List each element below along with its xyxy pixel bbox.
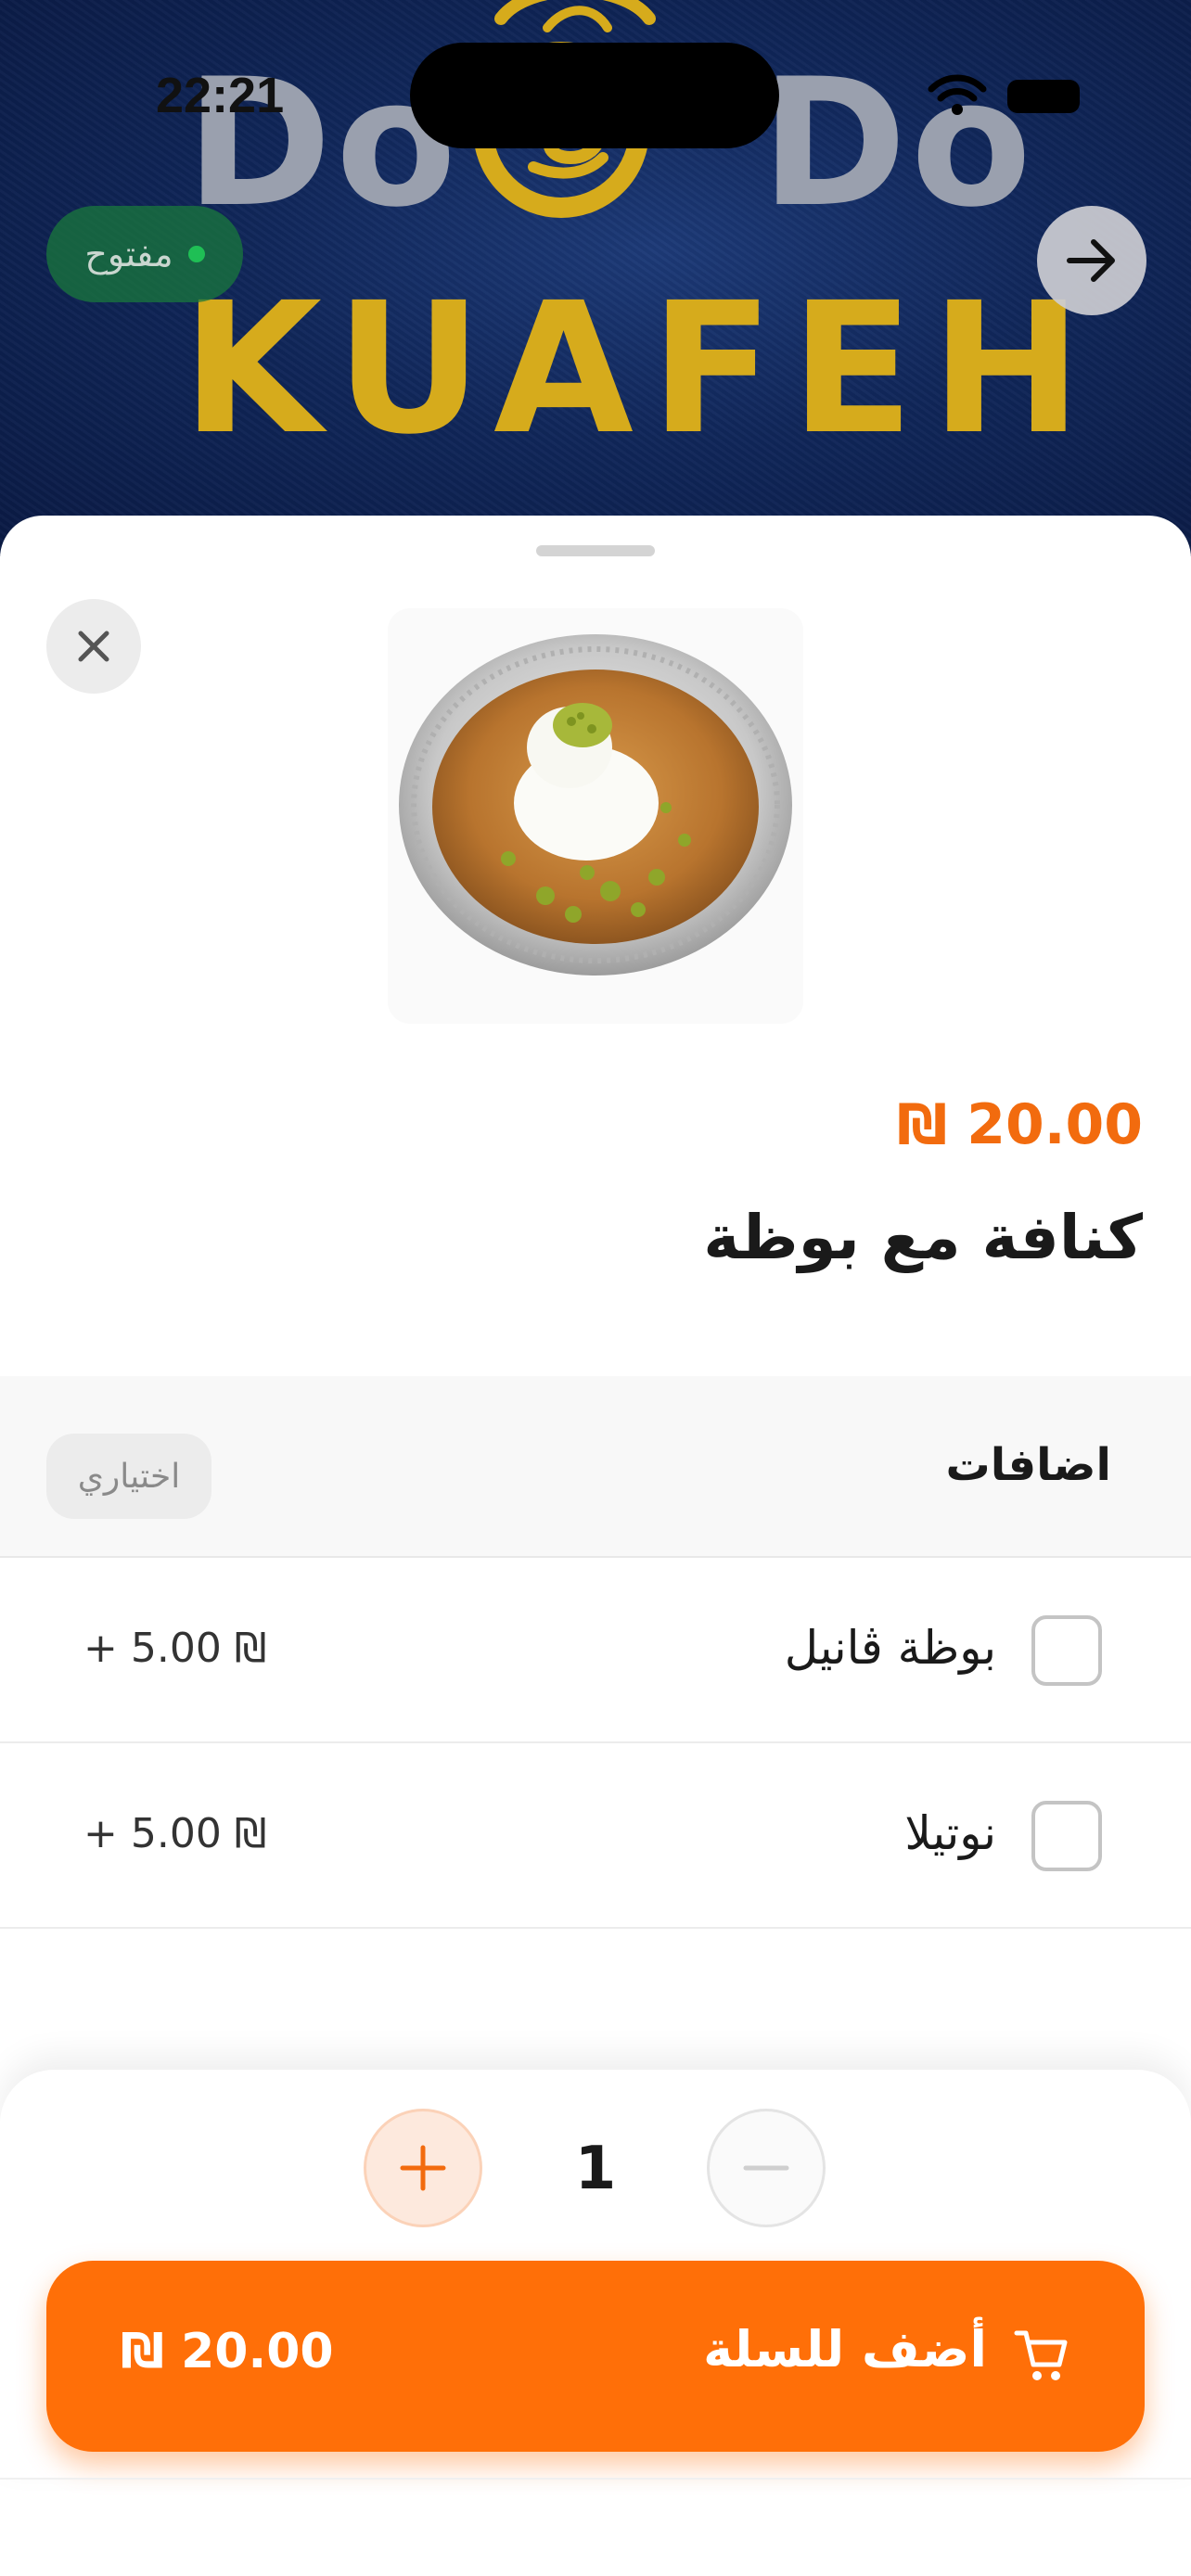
quantity-increase-button[interactable] xyxy=(364,2109,482,2227)
sheet-grabber[interactable] xyxy=(536,545,655,556)
battery-icon xyxy=(1007,80,1080,113)
quantity-decrease-button[interactable] xyxy=(707,2109,826,2227)
open-status-label: مفتوح xyxy=(84,234,173,274)
product-price: ₪ 20.00 xyxy=(897,1092,1143,1157)
addon-checkbox[interactable] xyxy=(1031,1801,1102,1871)
wifi-icon xyxy=(928,74,987,115)
logo-word: KUAFEH xyxy=(182,263,1099,474)
plus-icon xyxy=(400,2145,446,2191)
optional-badge: اختياري xyxy=(46,1434,211,1519)
arrow-right-icon xyxy=(1067,239,1115,282)
open-status-dot-icon xyxy=(187,246,205,262)
product-image xyxy=(388,608,803,1024)
close-icon xyxy=(78,631,109,662)
addon-row-nutella[interactable]: نوتيلا + 5.00 ₪ xyxy=(0,1743,1191,1929)
open-status-badge: مفتوح xyxy=(46,206,243,302)
add-to-cart-label: أضف للسلة xyxy=(703,2320,987,2378)
product-title: كنافة مع بوظة xyxy=(703,1202,1143,1273)
status-bar: 22:21 xyxy=(0,0,1191,148)
cart-footer: 1 ₪ 20.00 أضف للسلة xyxy=(0,2070,1191,2478)
close-button[interactable] xyxy=(46,599,141,694)
dynamic-island xyxy=(410,43,779,148)
addons-header: اضافات اختياري xyxy=(0,1376,1191,1558)
add-to-cart-button[interactable]: ₪ 20.00 أضف للسلة xyxy=(46,2261,1145,2452)
addon-price: + 5.00 ₪ xyxy=(83,1810,267,1857)
addon-checkbox[interactable] xyxy=(1031,1615,1102,1686)
home-indicator-area xyxy=(0,2478,1191,2480)
addon-price: + 5.00 ₪ xyxy=(83,1625,267,1672)
minus-icon xyxy=(743,2165,789,2171)
addon-label: بوظة ڤانيل xyxy=(784,1621,996,1675)
addons-title: اضافات xyxy=(945,1439,1111,1491)
addon-row-vanilla[interactable]: بوظة ڤانيل + 5.00 ₪ xyxy=(0,1558,1191,1743)
cart-icon xyxy=(1014,2330,1068,2380)
addons-section: اضافات اختياري بوظة ڤانيل + 5.00 ₪ نوتيل… xyxy=(0,1376,1191,1929)
status-time: 22:21 xyxy=(156,68,285,123)
back-button[interactable] xyxy=(1037,206,1146,315)
addon-label: نوتيلا xyxy=(904,1806,996,1860)
cart-total: ₪ 20.00 xyxy=(121,2324,334,2379)
quantity-value: 1 xyxy=(574,2135,617,2203)
kunafa-dish-icon xyxy=(399,634,792,976)
